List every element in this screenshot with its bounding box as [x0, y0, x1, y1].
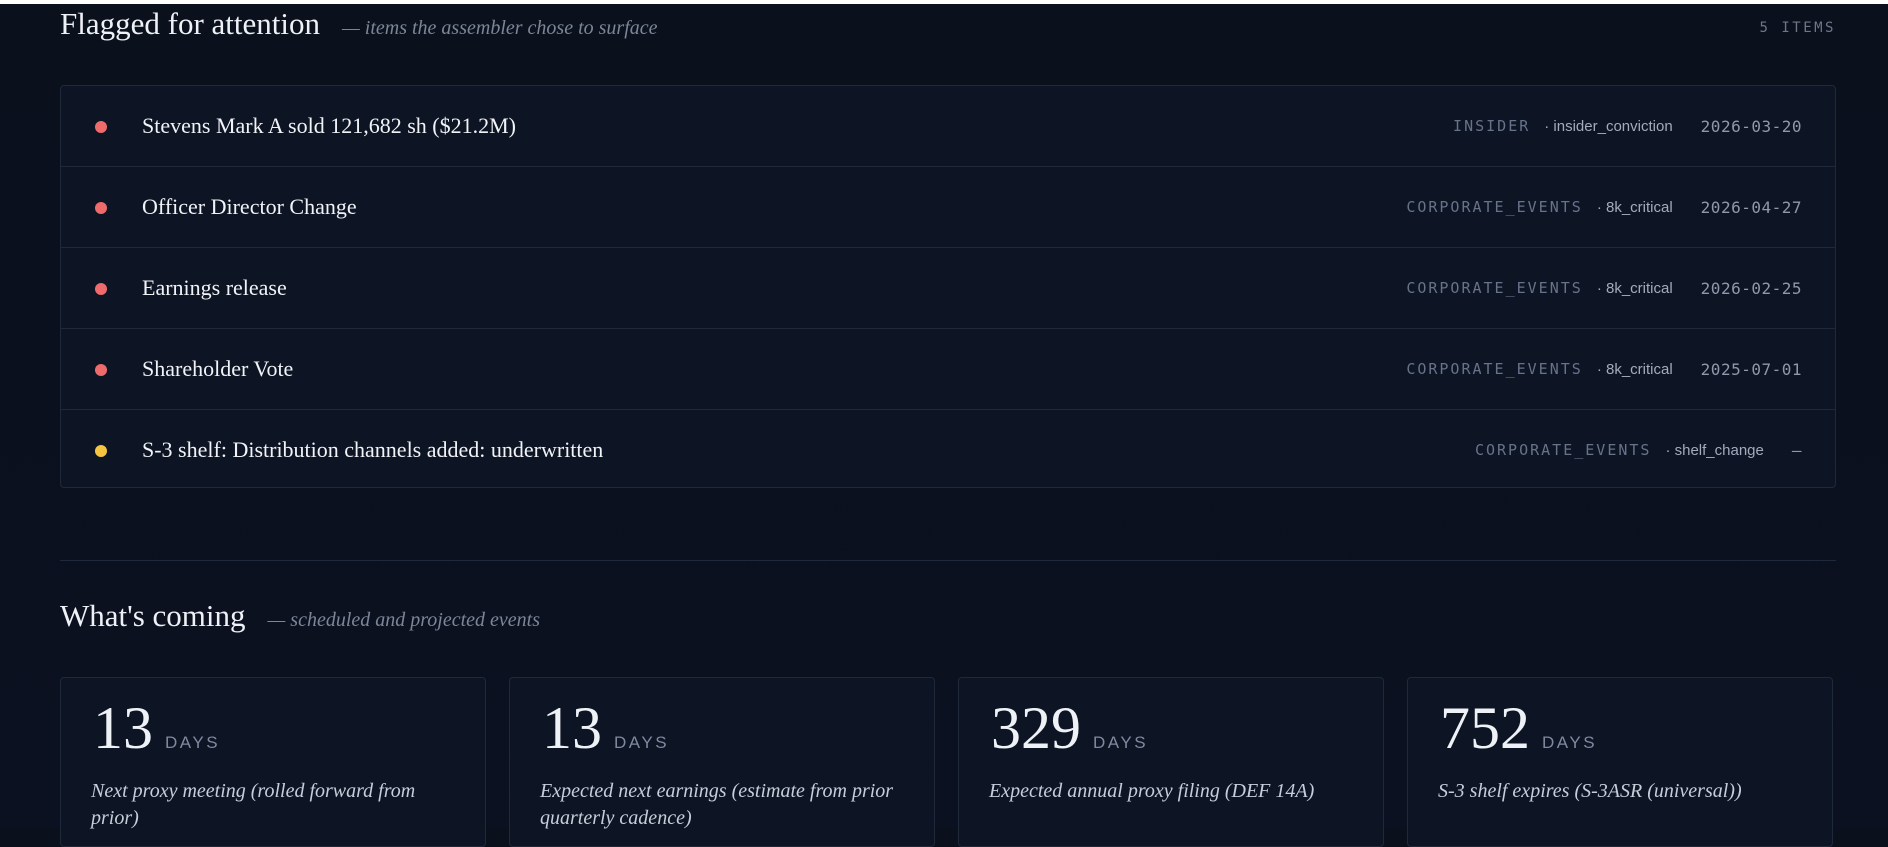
upcoming-cards: 13 DAYS Next proxy meeting (rolled forwa… [60, 677, 1836, 847]
flag-tag: · 8k_critical [1596, 198, 1673, 216]
coming-header: What's coming — scheduled and projected … [60, 598, 540, 634]
severity-dot-icon [95, 121, 107, 133]
upcoming-card[interactable]: 13 DAYS Next proxy meeting (rolled forwa… [60, 677, 486, 847]
flag-title: Shareholder Vote [142, 356, 294, 381]
flag-row[interactable]: Earnings release CORPORATE_EVENTS · 8k_c… [61, 248, 1835, 329]
flag-category: CORPORATE_EVENTS [1474, 441, 1652, 459]
card-countdown: 13 DAYS [542, 698, 669, 758]
coming-subtitle: — scheduled and projected events [267, 609, 541, 631]
flag-date: 2026-03-20 [1700, 116, 1802, 136]
flag-date: — [1791, 440, 1802, 460]
flagged-list: Stevens Mark A sold 121,682 sh ($21.2M) … [60, 85, 1836, 488]
flag-title: Officer Director Change [142, 194, 357, 219]
flag-meta: INSIDER · insider_conviction 2026-03-20 [1453, 117, 1802, 136]
card-unit: DAYS [614, 733, 670, 752]
card-description: S-3 shelf expires (S-3ASR (universal)) [1438, 780, 1742, 802]
flag-title: Earnings release [142, 275, 287, 300]
card-number: 752 [1440, 695, 1530, 761]
flag-meta: CORPORATE_EVENTS · 8k_critical 2025-07-0… [1406, 360, 1802, 379]
card-countdown: 752 DAYS [1440, 698, 1597, 758]
card-countdown: 13 DAYS [93, 698, 220, 758]
card-countdown: 329 DAYS [991, 698, 1148, 758]
flag-row[interactable]: Shareholder Vote CORPORATE_EVENTS · 8k_c… [61, 329, 1835, 410]
card-unit: DAYS [1093, 733, 1149, 752]
flag-date: 2025-07-01 [1700, 359, 1802, 379]
card-description: Expected annual proxy filing (DEF 14A) [989, 780, 1315, 802]
flag-category: CORPORATE_EVENTS [1406, 198, 1583, 216]
card-unit: DAYS [165, 733, 221, 752]
flag-category: INSIDER [1453, 117, 1531, 135]
flag-tag: · shelf_change [1665, 441, 1764, 459]
card-unit: DAYS [1542, 733, 1598, 752]
flag-title: S-3 shelf: Distribution channels added: … [142, 437, 604, 462]
flag-date: 2026-02-25 [1700, 278, 1802, 298]
severity-dot-icon [95, 283, 107, 295]
flag-category: CORPORATE_EVENTS [1406, 360, 1583, 378]
section-divider [60, 560, 1836, 561]
upcoming-card[interactable]: 329 DAYS Expected annual proxy filing (D… [958, 677, 1384, 847]
upcoming-card[interactable]: 752 DAYS S-3 shelf expires (S-3ASR (univ… [1407, 677, 1833, 847]
upcoming-card[interactable]: 13 DAYS Expected next earnings (estimate… [509, 677, 935, 847]
flag-tag: · 8k_critical [1596, 279, 1673, 297]
card-description: Expected next earnings (estimate from pr… [540, 780, 894, 829]
flag-meta: CORPORATE_EVENTS · 8k_critical 2026-02-2… [1406, 279, 1802, 298]
top-edge [0, 0, 1888, 4]
flag-category: CORPORATE_EVENTS [1406, 279, 1583, 297]
flagged-title: Flagged for attention [60, 6, 320, 41]
card-description: Next proxy meeting (rolled forward from … [91, 780, 416, 829]
flag-row[interactable]: Stevens Mark A sold 121,682 sh ($21.2M) … [61, 86, 1835, 167]
flag-meta: CORPORATE_EVENTS · 8k_critical 2026-04-2… [1406, 198, 1802, 217]
severity-dot-icon [95, 364, 107, 376]
flagged-header: Flagged for attention — items the assemb… [60, 6, 658, 42]
flag-tag: · insider_conviction [1544, 117, 1673, 135]
severity-dot-icon [95, 202, 107, 214]
card-number: 13 [93, 695, 153, 761]
severity-dot-icon [95, 445, 107, 457]
card-number: 13 [542, 695, 602, 761]
flag-title: Stevens Mark A sold 121,682 sh ($21.2M) [142, 113, 516, 138]
flag-tag: · 8k_critical [1596, 360, 1673, 378]
flagged-subtitle: — items the assembler chose to surface [342, 17, 658, 39]
flag-date: 2026-04-27 [1700, 197, 1802, 217]
flag-row[interactable]: S-3 shelf: Distribution channels added: … [61, 410, 1835, 490]
flag-row[interactable]: Officer Director Change CORPORATE_EVENTS… [61, 167, 1835, 248]
coming-title: What's coming [60, 598, 246, 633]
flagged-count: 5 ITEMS [1759, 20, 1836, 36]
card-number: 329 [991, 695, 1081, 761]
flag-meta: CORPORATE_EVENTS · shelf_change — [1475, 441, 1802, 460]
